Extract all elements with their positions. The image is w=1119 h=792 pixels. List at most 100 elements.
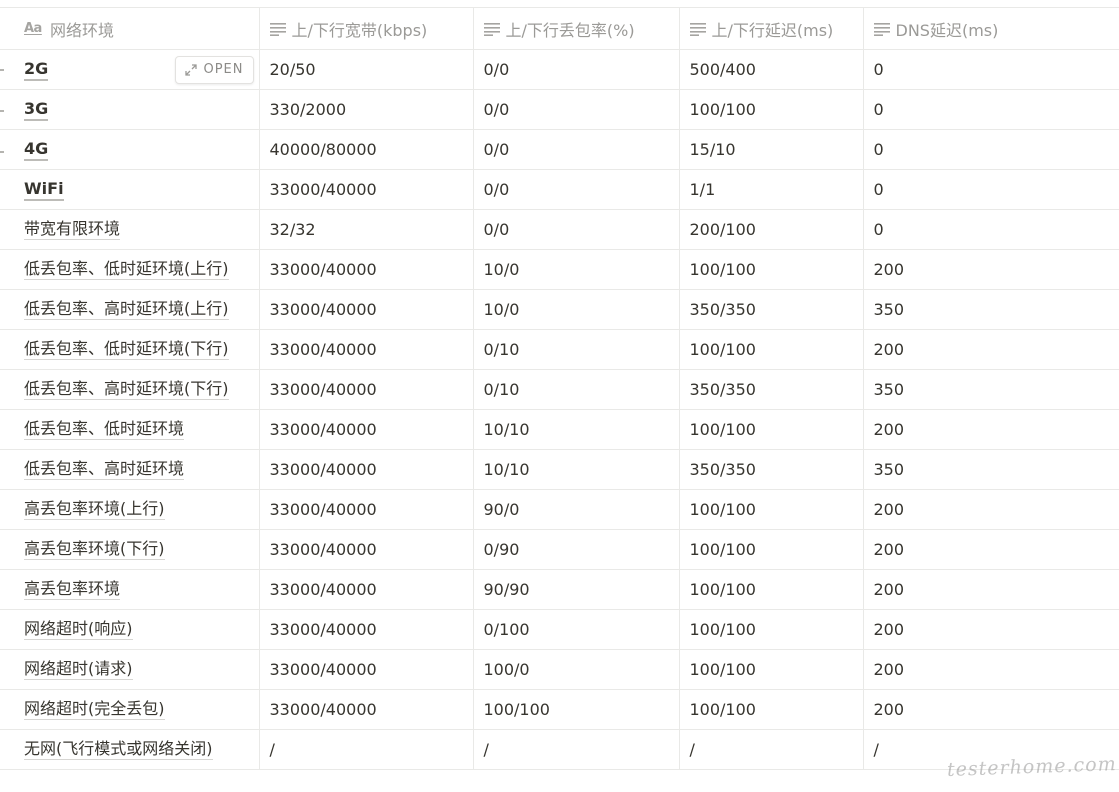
cell-latency[interactable]: 350/350	[679, 450, 863, 490]
table-row[interactable]: 低丢包率、高时延环境33000/4000010/10350/350350	[0, 450, 1119, 490]
table-row[interactable]: 低丢包率、高时延环境(上行)33000/4000010/0350/350350	[0, 290, 1119, 330]
cell-network-env[interactable]: 4G	[0, 130, 259, 170]
cell-network-env[interactable]: 高丢包率环境(上行)	[0, 490, 259, 530]
cell-dns-latency[interactable]: 0	[863, 130, 1119, 170]
cell-latency[interactable]: 500/400	[679, 50, 863, 90]
cell-packet-loss[interactable]: 10/10	[473, 410, 679, 450]
cell-dns-latency[interactable]: 0	[863, 170, 1119, 210]
cell-latency[interactable]: /	[679, 730, 863, 770]
cell-bandwidth[interactable]: 330/2000	[259, 90, 473, 130]
cell-packet-loss[interactable]: 10/10	[473, 450, 679, 490]
cell-network-env[interactable]: 带宽有限环境	[0, 210, 259, 250]
cell-packet-loss[interactable]: 0/0	[473, 210, 679, 250]
cell-dns-latency[interactable]: 200	[863, 250, 1119, 290]
column-header-latency[interactable]: 上/下行延迟(ms)	[679, 8, 863, 50]
cell-dns-latency[interactable]: 350	[863, 370, 1119, 410]
table-row[interactable]: 高丢包率环境(下行)33000/400000/90100/100200	[0, 530, 1119, 570]
cell-dns-latency[interactable]: 0	[863, 90, 1119, 130]
cell-network-env[interactable]: 低丢包率、高时延环境(下行)	[0, 370, 259, 410]
cell-dns-latency[interactable]: 200	[863, 330, 1119, 370]
cell-packet-loss[interactable]: /	[473, 730, 679, 770]
cell-bandwidth[interactable]: 33000/40000	[259, 410, 473, 450]
cell-network-env[interactable]: 无网(飞行模式或网络关闭)	[0, 730, 259, 770]
cell-latency[interactable]: 200/100	[679, 210, 863, 250]
cell-latency[interactable]: 350/350	[679, 290, 863, 330]
cell-packet-loss[interactable]: 90/0	[473, 490, 679, 530]
cell-latency[interactable]: 100/100	[679, 410, 863, 450]
cell-latency[interactable]: 15/10	[679, 130, 863, 170]
cell-network-env[interactable]: 高丢包率环境	[0, 570, 259, 610]
cell-packet-loss[interactable]: 0/10	[473, 330, 679, 370]
table-row[interactable]: 低丢包率、高时延环境(下行)33000/400000/10350/350350	[0, 370, 1119, 410]
cell-bandwidth[interactable]: 33000/40000	[259, 530, 473, 570]
cell-latency[interactable]: 100/100	[679, 690, 863, 730]
table-row[interactable]: 网络超时(响应)33000/400000/100100/100200	[0, 610, 1119, 650]
open-page-button[interactable]: OPEN	[175, 56, 253, 84]
cell-network-env[interactable]: WiFi	[0, 170, 259, 210]
table-row[interactable]: 2GOPEN20/500/0500/4000	[0, 50, 1119, 90]
cell-latency[interactable]: 100/100	[679, 90, 863, 130]
cell-dns-latency[interactable]: 0	[863, 210, 1119, 250]
cell-bandwidth[interactable]: 33000/40000	[259, 370, 473, 410]
cell-bandwidth[interactable]: 40000/80000	[259, 130, 473, 170]
cell-bandwidth[interactable]: 33000/40000	[259, 450, 473, 490]
cell-packet-loss[interactable]: 0/0	[473, 50, 679, 90]
column-header-network-env[interactable]: Aa 网络环境	[0, 8, 259, 50]
table-row[interactable]: 低丢包率、低时延环境(上行)33000/4000010/0100/100200	[0, 250, 1119, 290]
cell-packet-loss[interactable]: 0/10	[473, 370, 679, 410]
cell-network-env[interactable]: 低丢包率、低时延环境(上行)	[0, 250, 259, 290]
cell-packet-loss[interactable]: 10/0	[473, 290, 679, 330]
cell-latency[interactable]: 100/100	[679, 490, 863, 530]
cell-network-env[interactable]: 3G	[0, 90, 259, 130]
cell-network-env[interactable]: 低丢包率、低时延环境	[0, 410, 259, 450]
cell-dns-latency[interactable]: 350	[863, 450, 1119, 490]
cell-packet-loss[interactable]: 100/100	[473, 690, 679, 730]
cell-packet-loss[interactable]: 0/100	[473, 610, 679, 650]
cell-bandwidth[interactable]: 33000/40000	[259, 170, 473, 210]
cell-network-env[interactable]: 2GOPEN	[0, 50, 259, 90]
table-row[interactable]: 网络超时(请求)33000/40000100/0100/100200	[0, 650, 1119, 690]
cell-latency[interactable]: 350/350	[679, 370, 863, 410]
table-row[interactable]: 4G40000/800000/015/100	[0, 130, 1119, 170]
cell-bandwidth[interactable]: 33000/40000	[259, 250, 473, 290]
table-row[interactable]: 高丢包率环境33000/4000090/90100/100200	[0, 570, 1119, 610]
cell-packet-loss[interactable]: 10/0	[473, 250, 679, 290]
table-row[interactable]: 3G330/20000/0100/1000	[0, 90, 1119, 130]
cell-network-env[interactable]: 网络超时(完全丢包)	[0, 690, 259, 730]
cell-packet-loss[interactable]: 0/90	[473, 530, 679, 570]
cell-network-env[interactable]: 低丢包率、低时延环境(下行)	[0, 330, 259, 370]
cell-latency[interactable]: 100/100	[679, 570, 863, 610]
cell-bandwidth[interactable]: 33000/40000	[259, 330, 473, 370]
column-header-dns-latency[interactable]: DNS延迟(ms)	[863, 8, 1119, 50]
cell-dns-latency[interactable]: 200	[863, 410, 1119, 450]
table-row[interactable]: 网络超时(完全丢包)33000/40000100/100100/100200	[0, 690, 1119, 730]
column-header-packet-loss[interactable]: 上/下行丢包率(%)	[473, 8, 679, 50]
cell-latency[interactable]: 100/100	[679, 330, 863, 370]
cell-network-env[interactable]: 低丢包率、高时延环境(上行)	[0, 290, 259, 330]
cell-dns-latency[interactable]: 200	[863, 570, 1119, 610]
cell-bandwidth[interactable]: 33000/40000	[259, 650, 473, 690]
table-row[interactable]: WiFi33000/400000/01/10	[0, 170, 1119, 210]
cell-bandwidth[interactable]: 32/32	[259, 210, 473, 250]
cell-latency[interactable]: 100/100	[679, 530, 863, 570]
cell-bandwidth[interactable]: 33000/40000	[259, 570, 473, 610]
table-row[interactable]: 带宽有限环境32/320/0200/1000	[0, 210, 1119, 250]
cell-packet-loss[interactable]: 0/0	[473, 90, 679, 130]
cell-dns-latency[interactable]: 200	[863, 610, 1119, 650]
cell-bandwidth[interactable]: 33000/40000	[259, 490, 473, 530]
cell-network-env[interactable]: 低丢包率、高时延环境	[0, 450, 259, 490]
cell-dns-latency[interactable]: 350	[863, 290, 1119, 330]
cell-network-env[interactable]: 高丢包率环境(下行)	[0, 530, 259, 570]
table-row[interactable]: 低丢包率、低时延环境(下行)33000/400000/10100/100200	[0, 330, 1119, 370]
cell-packet-loss[interactable]: 0/0	[473, 130, 679, 170]
table-row[interactable]: 高丢包率环境(上行)33000/4000090/0100/100200	[0, 490, 1119, 530]
cell-packet-loss[interactable]: 0/0	[473, 170, 679, 210]
cell-dns-latency[interactable]: 200	[863, 650, 1119, 690]
cell-bandwidth[interactable]: 20/50	[259, 50, 473, 90]
table-row[interactable]: 低丢包率、低时延环境33000/4000010/10100/100200	[0, 410, 1119, 450]
cell-bandwidth[interactable]: 33000/40000	[259, 610, 473, 650]
cell-packet-loss[interactable]: 100/0	[473, 650, 679, 690]
cell-latency[interactable]: 1/1	[679, 170, 863, 210]
cell-dns-latency[interactable]: 200	[863, 690, 1119, 730]
cell-bandwidth[interactable]: 33000/40000	[259, 690, 473, 730]
